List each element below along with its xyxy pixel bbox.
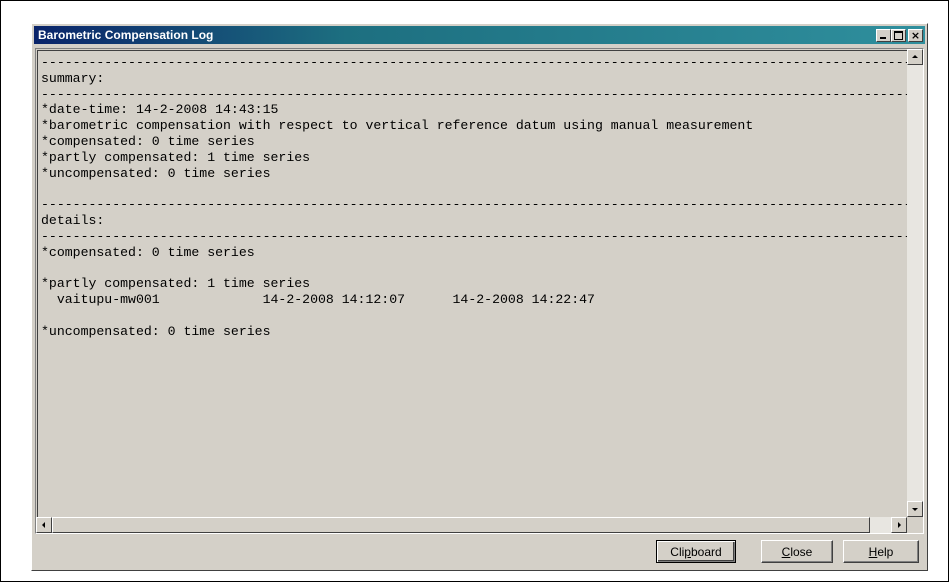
log-line: details:: [41, 212, 105, 228]
close-icon: ×: [910, 28, 921, 42]
scroll-corner: [907, 517, 923, 533]
scroll-right-button[interactable]: [891, 517, 907, 533]
help-button[interactable]: Help: [843, 540, 919, 563]
log-line: vaitupu-mw001 14-2-2008 14:12:07 14-2-20…: [41, 291, 595, 307]
screenshot-frame: Barometric Compensation Log × ----------…: [0, 0, 949, 582]
log-line: ----------------------------------------…: [41, 228, 907, 244]
title-bar[interactable]: Barometric Compensation Log ×: [34, 26, 925, 44]
log-line: *compensated: 0 time series: [41, 244, 255, 260]
log-line: *barometric compensation with respect to…: [41, 118, 754, 134]
help-label: Help: [868, 544, 894, 559]
log-text-area[interactable]: ----------------------------------------…: [35, 48, 924, 534]
log-dialog: Barometric Compensation Log × ----------…: [31, 23, 928, 571]
log-line: *partly compensated: 1 time series: [41, 276, 311, 292]
log-line: *date-time: 14-2-2008 14:43:15: [41, 102, 279, 118]
close-window-button[interactable]: ×: [908, 28, 923, 42]
close-button[interactable]: Close: [761, 540, 833, 563]
vertical-scrollbar[interactable]: [907, 49, 923, 517]
close-label: Close: [781, 544, 813, 559]
log-line: ----------------------------------------…: [41, 86, 907, 102]
minimize-button[interactable]: [876, 28, 891, 42]
log-line: *compensated: 0 time series: [41, 133, 255, 149]
arrow-down-icon: [912, 508, 918, 511]
log-viewport: ----------------------------------------…: [37, 50, 907, 517]
log-content: ----------------------------------------…: [38, 51, 907, 339]
log-line: ----------------------------------------…: [41, 55, 907, 70]
button-bar: Clipboard Close Help: [35, 538, 924, 566]
maximize-button[interactable]: [891, 28, 906, 42]
log-line: summary:: [41, 70, 105, 86]
clipboard-label: Clipboard: [670, 544, 722, 559]
scroll-left-button[interactable]: [36, 517, 52, 533]
horizontal-scrollbar[interactable]: [36, 517, 907, 533]
log-line: *uncompensated: 0 time series: [41, 165, 271, 181]
arrow-right-icon: [898, 522, 901, 528]
horizontal-scroll-thumb[interactable]: [52, 517, 870, 533]
arrow-left-icon: [42, 522, 45, 528]
log-line: *partly compensated: 1 time series: [41, 149, 311, 165]
title-buttons: ×: [876, 28, 925, 42]
log-line: *uncompensated: 0 time series: [41, 323, 271, 339]
arrow-up-icon: [912, 55, 918, 58]
clipboard-button[interactable]: Clipboard: [656, 540, 736, 563]
scroll-up-button[interactable]: [907, 49, 923, 65]
log-line: ----------------------------------------…: [41, 197, 907, 213]
window-title: Barometric Compensation Log: [38, 28, 214, 42]
scroll-down-button[interactable]: [907, 501, 923, 517]
